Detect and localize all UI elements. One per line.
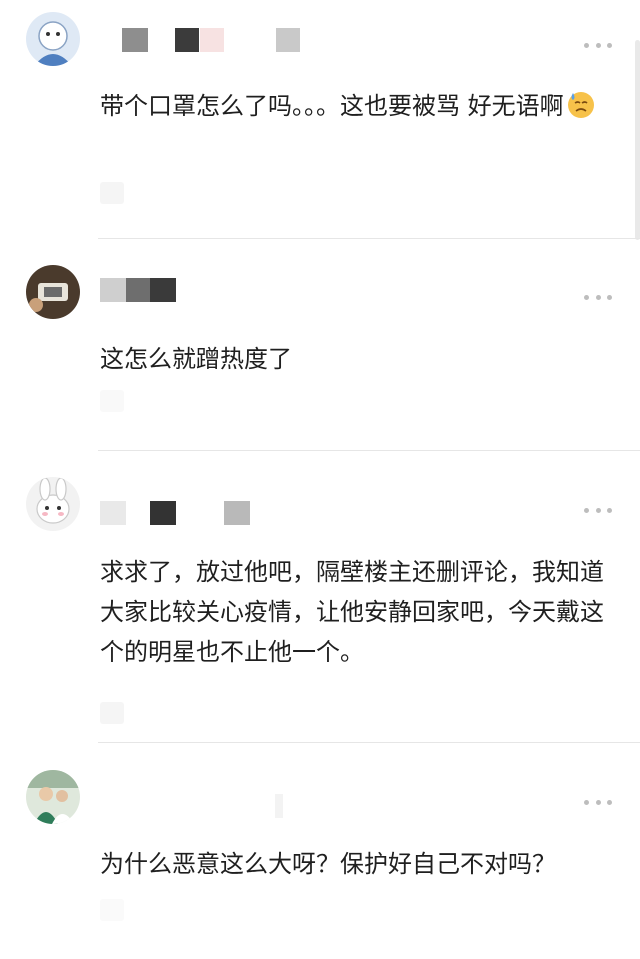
rabbit-avatar-icon[interactable] (26, 477, 80, 531)
camera-avatar-icon[interactable] (26, 265, 80, 319)
divider (98, 238, 640, 239)
like-count-faint[interactable] (100, 390, 124, 412)
divider (98, 450, 640, 451)
like-count-faint[interactable] (100, 702, 124, 724)
more-dots-icon[interactable] (584, 292, 612, 302)
sweat-face-emoji-icon (566, 89, 596, 119)
like-count-faint[interactable] (100, 182, 124, 204)
comment-item: 这怎么就蹭热度了 (0, 240, 640, 452)
comment-text: 求求了，放过他吧，隔壁楼主还删评论，我知道大家比较关心疫情，让他安静回家吧，今天… (100, 558, 604, 666)
comment-item: 为什么恶意这么大呀？保护好自己不对吗？ (0, 744, 640, 959)
like-count-faint[interactable] (100, 899, 124, 921)
more-dots-icon[interactable] (584, 505, 612, 515)
more-dots-icon[interactable] (584, 797, 612, 807)
comment-text: 这怎么就蹭热度了 (100, 345, 292, 373)
photo-avatar-icon[interactable] (26, 770, 80, 824)
divider (98, 742, 640, 743)
comment-text: 为什么恶意这么大呀？保护好自己不对吗？ (100, 850, 556, 878)
cartoon-avatar-icon[interactable] (26, 12, 80, 66)
comment-item: 带个口罩怎么了吗。。。这也要被骂 好无语啊 (0, 0, 640, 240)
more-dots-icon[interactable] (584, 40, 612, 50)
comment-item: 求求了，放过他吧，隔壁楼主还删评论，我知道大家比较关心疫情，让他安静回家吧，今天… (0, 452, 640, 744)
comment-text: 带个口罩怎么了吗。。。这也要被骂 好无语啊 (100, 86, 620, 126)
